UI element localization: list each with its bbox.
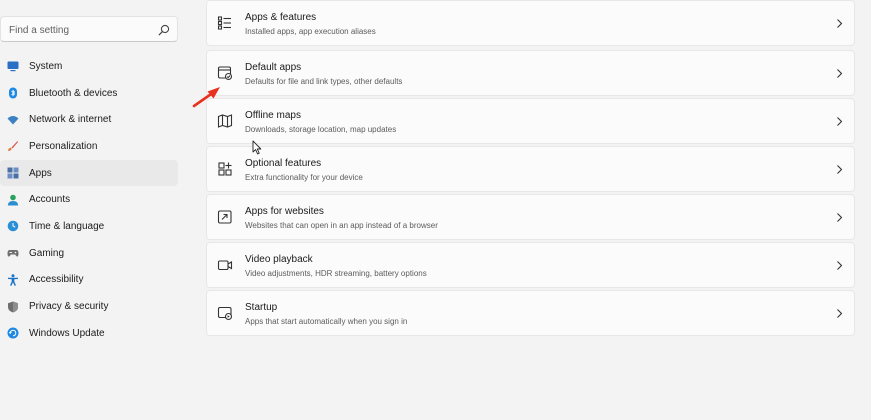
- card-subtitle: Installed apps, app execution aliases: [245, 27, 376, 36]
- person-icon: [7, 194, 19, 206]
- card-subtitle: Video adjustments, HDR streaming, batter…: [245, 269, 427, 278]
- chevron-right-icon: [836, 68, 843, 79]
- chevron-right-icon: [836, 260, 843, 271]
- chevron-right-icon: [836, 164, 843, 175]
- chevron-right-icon: [836, 116, 843, 127]
- chevron-right-icon: [836, 212, 843, 223]
- video-icon: [217, 257, 233, 273]
- startup-icon: [217, 305, 233, 321]
- sidebar-item-privacy-security[interactable]: Privacy & security: [0, 293, 178, 320]
- sidebar-item-personalization[interactable]: Personalization: [0, 133, 178, 160]
- sidebar-item-label: Apps: [29, 167, 52, 179]
- sidebar-item-accounts[interactable]: Accounts: [0, 186, 178, 213]
- search-input[interactable]: [7, 20, 161, 40]
- sidebar-nav: System Bluetooth & devices Network & int…: [0, 53, 178, 347]
- sidebar-item-label: Windows Update: [29, 327, 105, 339]
- startup-card[interactable]: Startup Apps that start automatically wh…: [206, 290, 855, 336]
- chevron-right-icon: [836, 18, 843, 29]
- settings-window: System Bluetooth & devices Network & int…: [0, 0, 871, 420]
- card-subtitle: Downloads, storage location, map updates: [245, 125, 397, 134]
- chevron-right-icon: [836, 308, 843, 319]
- sidebar-item-system[interactable]: System: [0, 53, 178, 80]
- sidebar-item-accessibility[interactable]: Accessibility: [0, 267, 178, 294]
- card-subtitle: Extra functionality for your device: [245, 173, 363, 182]
- card-title: Apps for websites: [245, 206, 324, 217]
- accessibility-icon: [7, 274, 19, 286]
- card-title: Startup: [245, 302, 278, 313]
- card-title: Offline maps: [245, 110, 301, 121]
- apps-list-icon: [217, 15, 233, 31]
- apps-for-websites-card[interactable]: Apps for websites Websites that can open…: [206, 194, 855, 240]
- sidebar-item-label: Accounts: [29, 194, 71, 206]
- grid-plus-icon: [217, 161, 233, 177]
- apps-features-card[interactable]: Apps & features Installed apps, app exec…: [206, 0, 855, 46]
- sidebar-item-network-internet[interactable]: Network & internet: [0, 106, 178, 133]
- offline-maps-card[interactable]: Offline maps Downloads, storage location…: [206, 98, 855, 144]
- wifi-icon: [7, 114, 19, 126]
- sidebar-item-label: Accessibility: [29, 274, 84, 286]
- mouse-cursor-icon: [252, 140, 262, 155]
- card-subtitle: Defaults for file and link types, other …: [245, 77, 403, 86]
- optional-features-card[interactable]: Optional features Extra functionality fo…: [206, 146, 855, 192]
- sidebar-item-label: Bluetooth & devices: [29, 87, 118, 99]
- sidebar-item-apps[interactable]: Apps: [0, 159, 178, 187]
- search-icon[interactable]: [158, 23, 170, 36]
- sidebar: System Bluetooth & devices Network & int…: [0, 0, 186, 420]
- sidebar-item-label: Time & language: [29, 220, 105, 232]
- brush-icon: [7, 140, 19, 152]
- map-icon: [217, 113, 233, 129]
- search-box[interactable]: [0, 16, 178, 42]
- sidebar-item-bluetooth-devices[interactable]: Bluetooth & devices: [0, 80, 178, 107]
- card-subtitle: Websites that can open in an app instead…: [245, 221, 438, 230]
- card-title: Default apps: [245, 62, 302, 73]
- globe-clock-icon: [7, 220, 19, 232]
- card-subtitle: Apps that start automatically when you s…: [245, 317, 408, 326]
- sidebar-item-label: Privacy & security: [29, 301, 109, 313]
- update-icon: [7, 327, 19, 339]
- sidebar-item-gaming[interactable]: Gaming: [0, 240, 178, 267]
- card-title: Video playback: [245, 254, 313, 265]
- sidebar-item-time-language[interactable]: Time & language: [0, 213, 178, 240]
- card-title: Apps & features: [245, 12, 317, 23]
- video-playback-card[interactable]: Video playback Video adjustments, HDR st…: [206, 242, 855, 288]
- default-apps-icon: [217, 65, 233, 81]
- shield-icon: [7, 301, 19, 313]
- sidebar-item-label: Network & internet: [29, 114, 112, 126]
- bluetooth-icon: [7, 87, 19, 99]
- annotation-arrow-icon: [192, 87, 220, 108]
- gamepad-icon: [7, 247, 19, 259]
- open-external-icon: [217, 209, 233, 225]
- card-title: Optional features: [245, 158, 322, 169]
- sidebar-item-label: Gaming: [29, 247, 65, 259]
- default-apps-card[interactable]: Default apps Defaults for file and link …: [206, 50, 855, 96]
- sidebar-item-label: Personalization: [29, 140, 98, 152]
- apps-icon: [7, 167, 19, 179]
- sidebar-item-label: System: [29, 60, 63, 72]
- monitor-icon: [7, 60, 19, 72]
- sidebar-item-windows-update[interactable]: Windows Update: [0, 320, 178, 347]
